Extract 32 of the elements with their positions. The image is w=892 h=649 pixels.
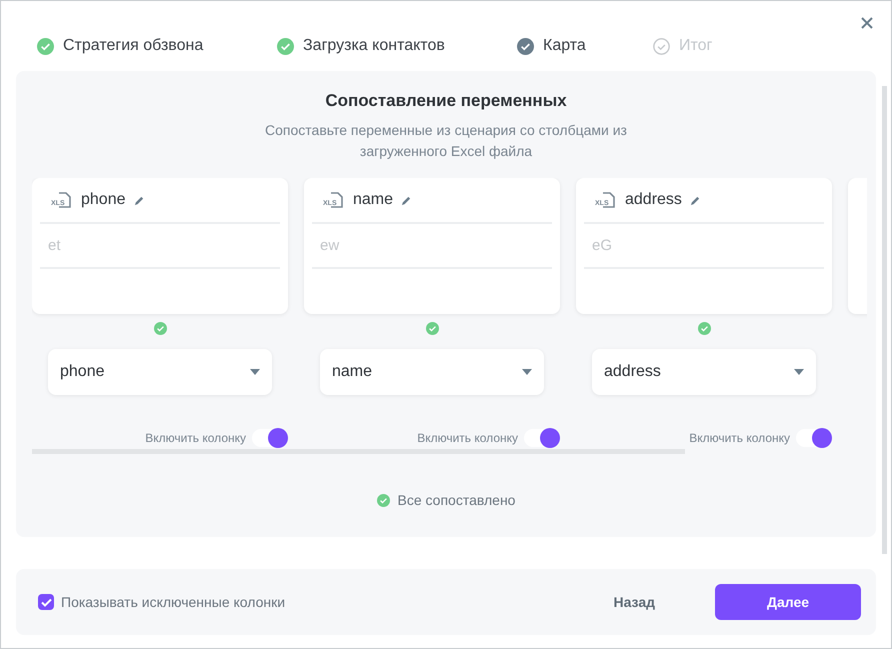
- column-name: address: [625, 191, 682, 209]
- toggle-label: Включить колонку: [417, 431, 518, 445]
- toggle-switch[interactable]: [796, 429, 832, 447]
- checkmark-icon: [40, 598, 52, 606]
- status-text: Все сопоставлено: [398, 492, 516, 508]
- section-subtitle: Сопоставьте переменные из сценария со столбцами из загруженного Excel файла: [264, 121, 628, 161]
- column-select[interactable]: address: [592, 349, 816, 395]
- pencil-icon[interactable]: [134, 194, 144, 206]
- checkbox-label: Показывать исключенные колонки: [61, 594, 286, 610]
- close-button[interactable]: [859, 15, 875, 31]
- toggle-label: Включить колонку: [689, 431, 790, 445]
- section-title: Сопоставление переменных: [325, 91, 567, 111]
- checkbox[interactable]: [38, 594, 54, 610]
- pencil-icon[interactable]: [401, 194, 412, 206]
- step-label: Стратегия обзвона: [63, 37, 204, 55]
- toggle-switch[interactable]: [252, 429, 288, 447]
- pencil-icon[interactable]: [690, 194, 701, 206]
- column-name: name: [353, 191, 394, 209]
- column-select[interactable]: name: [320, 349, 544, 395]
- toggle-label: Включить колонку: [145, 431, 246, 445]
- caret-icon: [794, 369, 804, 375]
- step-label: Итог: [679, 37, 712, 55]
- toggle-switch[interactable]: [524, 429, 560, 447]
- caret-icon: [250, 369, 260, 375]
- back-button[interactable]: Назад: [609, 586, 659, 618]
- column-select[interactable]: phone: [48, 349, 272, 395]
- column-name: phone: [81, 191, 126, 209]
- caret-icon: [522, 369, 532, 375]
- next-button[interactable]: Далее: [715, 584, 861, 620]
- check-icon: [376, 494, 390, 506]
- step-label: Карта: [543, 37, 586, 55]
- step-label: Загрузка контактов: [303, 37, 445, 55]
